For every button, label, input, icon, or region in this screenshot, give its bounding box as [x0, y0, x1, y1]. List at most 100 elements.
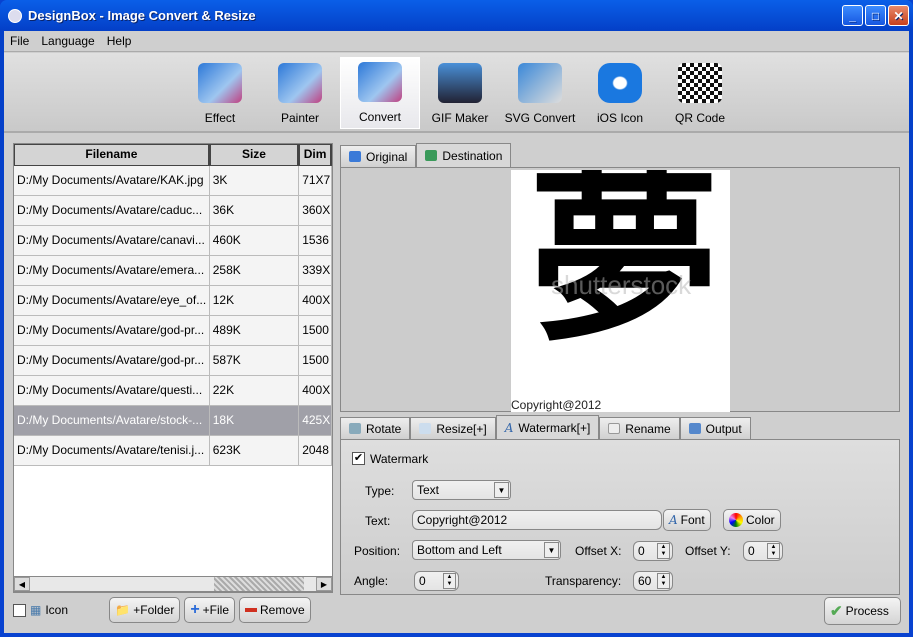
chevron-down-icon: ▼	[544, 542, 559, 558]
table-row[interactable]: D:/My Documents/Avatare/KAK.jpg 3K 71X7	[14, 166, 332, 196]
scroll-thumb[interactable]	[214, 577, 304, 591]
menu-file[interactable]: File	[10, 34, 29, 48]
original-icon	[349, 151, 361, 162]
dim-cell: 360X	[299, 196, 332, 225]
icon-checkbox[interactable]	[13, 603, 26, 617]
scroll-left-button[interactable]: ◀	[14, 577, 30, 591]
tab-label: Output	[705, 421, 742, 436]
spinner-arrows-icon[interactable]: ▲ ▼	[443, 573, 456, 589]
tab-label: Original	[366, 149, 408, 164]
tool-gif-maker[interactable]: GIF Maker	[420, 57, 500, 129]
tab-original[interactable]: Original	[340, 145, 417, 167]
angle-value: 0	[419, 574, 426, 588]
tab-rename[interactable]: Rename	[599, 417, 680, 439]
output-icon	[688, 423, 701, 434]
table-row[interactable]: D:/My Documents/Avatare/god-pr... 587K 150…	[14, 346, 332, 376]
size-cell: 3K	[210, 166, 300, 195]
title-bar: DesignBox - Image Convert & Resize _ □ ✕	[0, 0, 913, 31]
filename-cell: D:/My Documents/Avatare/caduc...	[14, 196, 210, 225]
svg-convert-icon	[518, 63, 562, 103]
tab-label: Rotate	[366, 421, 402, 436]
tab-label: Watermark[+]	[518, 420, 591, 435]
column-size[interactable]: Size	[209, 144, 300, 166]
tool-ios-icon[interactable]: iOS Icon	[580, 57, 660, 129]
tool-label: GIF Maker	[431, 111, 489, 125]
spinner-arrows-icon[interactable]: ▲ ▼	[767, 543, 780, 559]
offset-y-spinner[interactable]: 0 ▲ ▼	[743, 541, 783, 561]
tab-label: Resize[+]	[436, 421, 487, 436]
tab-destination[interactable]: Destination	[416, 143, 512, 167]
tab-resize[interactable]: Resize[+]	[410, 417, 496, 439]
app-icon	[8, 8, 22, 23]
tool-painter[interactable]: Painter	[260, 57, 340, 129]
tab-label: Destination	[442, 148, 503, 163]
filename-cell: D:/My Documents/Avatare/questi...	[14, 376, 210, 405]
angle-label: Angle:	[354, 574, 389, 588]
text-label: Text:	[365, 514, 391, 528]
stock-watermark: shutterstock	[551, 270, 692, 300]
transparency-spinner[interactable]: 60 ▲ ▼	[633, 571, 673, 591]
offset-y-value: 0	[748, 544, 755, 558]
column-dim[interactable]: Dim	[299, 144, 332, 166]
position-select[interactable]: Bottom and Left ▼	[412, 540, 561, 560]
tab-watermark[interactable]: A Watermark[+]	[495, 415, 600, 439]
tool-convert[interactable]: Convert	[340, 57, 420, 129]
add-file-label: +File	[202, 603, 230, 617]
column-filename[interactable]: Filename	[14, 144, 210, 166]
add-file-button[interactable]: + +File	[184, 597, 236, 623]
offset-x-spinner[interactable]: 0 ▲ ▼	[633, 541, 673, 561]
filename-cell: D:/My Documents/Avatare/emera...	[14, 256, 210, 285]
table-row[interactable]: D:/My Documents/Avatare/emera... 258K 339X	[14, 256, 332, 286]
spinner-arrows-icon[interactable]: ▲ ▼	[657, 543, 670, 559]
spinner-arrows-icon[interactable]: ▲ ▼	[657, 573, 670, 589]
process-button[interactable]: ✔ Process	[824, 597, 901, 625]
type-select[interactable]: Text ▼	[412, 480, 511, 500]
plus-icon: +	[190, 601, 200, 618]
tool-label: iOS Icon	[596, 111, 644, 125]
table-row[interactable]: D:/My Documents/Avatare/canavi... 460K 153…	[14, 226, 332, 256]
dim-cell: 1536	[299, 226, 332, 255]
filename-cell: D:/My Documents/Avatare/canavi...	[14, 226, 210, 255]
offset-x-label: Offset X:	[575, 544, 622, 558]
watermark-panel: ✔ Watermark Type: Text ▼ Text: Copyright@…	[340, 439, 900, 595]
menu-language[interactable]: Language	[41, 34, 94, 48]
menu-help[interactable]: Help	[107, 34, 132, 48]
position-value: Bottom and Left	[417, 543, 502, 557]
filename-cell: D:/My Documents/Avatare/god-pr...	[14, 316, 210, 345]
tab-output[interactable]: Output	[679, 417, 751, 439]
tool-qr-code[interactable]: QR Code	[660, 57, 740, 129]
tab-rotate[interactable]: Rotate	[340, 417, 411, 439]
app-window: DesignBox - Image Convert & Resize _ □ ✕…	[0, 0, 913, 637]
table-row[interactable]: D:/My Documents/Avatare/stock-... 18K 425X	[14, 406, 332, 436]
menu-bar: File Language Help	[4, 31, 909, 52]
font-button[interactable]: A Font	[663, 509, 711, 531]
filename-cell: D:/My Documents/Avatare/tenisi.j...	[14, 436, 210, 465]
tool-label: SVG Convert	[504, 111, 576, 125]
angle-spinner[interactable]: 0 ▲ ▼	[414, 571, 459, 591]
table-row[interactable]: D:/My Documents/Avatare/caduc... 36K 360X	[14, 196, 332, 226]
scroll-right-button[interactable]: ▶	[316, 577, 332, 591]
watermark-checkbox[interactable]: ✔	[352, 452, 365, 465]
tool-label: Convert	[358, 110, 402, 124]
close-button[interactable]: ✕	[888, 5, 909, 26]
painter-icon	[278, 63, 322, 103]
size-cell: 623K	[210, 436, 300, 465]
remove-button[interactable]: Remove	[239, 597, 311, 623]
table-row[interactable]: D:/My Documents/Avatare/questi... 22K 400X	[14, 376, 332, 406]
horizontal-scrollbar[interactable]: ◀ ▶	[13, 576, 333, 592]
add-folder-button[interactable]: 📁 +Folder	[109, 597, 181, 623]
tool-svg-convert[interactable]: SVG Convert	[500, 57, 580, 129]
color-button[interactable]: Color	[723, 509, 781, 531]
transparency-label: Transparency:	[545, 574, 622, 588]
maximize-button[interactable]: □	[865, 5, 886, 26]
minimize-button[interactable]: _	[842, 5, 863, 26]
table-row[interactable]: D:/My Documents/Avatare/god-pr... 489K 150…	[14, 316, 332, 346]
watermark-text-input[interactable]: Copyright@2012	[412, 510, 662, 530]
chevron-down-icon: ▼	[494, 482, 509, 498]
add-folder-label: +Folder	[133, 603, 175, 617]
file-table: Filename Size Dim D:/My Documents/Avatar…	[13, 143, 333, 593]
tool-effect[interactable]: Effect	[180, 57, 260, 129]
table-row[interactable]: D:/My Documents/Avatare/tenisi.j... 623K 2…	[14, 436, 332, 466]
table-row[interactable]: D:/My Documents/Avatare/eye_of... 12K 400X	[14, 286, 332, 316]
gif-maker-icon	[438, 63, 482, 103]
